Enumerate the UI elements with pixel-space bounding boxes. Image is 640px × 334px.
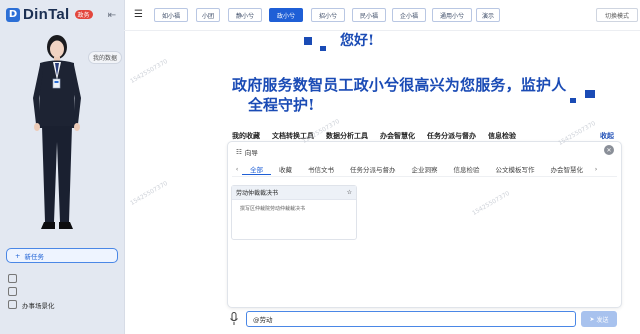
card-title: 劳动仲裁裁决书 xyxy=(236,190,279,197)
tab-assistant-7[interactable]: 企小福 xyxy=(392,8,426,22)
card-description: 撰写区仲裁院劳动仲裁裁决书 xyxy=(240,206,306,212)
logo-text: DinTal xyxy=(23,6,70,23)
greeting-hello: 您好! xyxy=(340,33,375,49)
subtab-letters[interactable]: 书信文书 xyxy=(300,164,342,174)
card-header: 劳动仲裁裁决书 ☆ xyxy=(232,186,356,200)
chat-input[interactable] xyxy=(246,311,576,327)
guide-icon: ☷ xyxy=(236,148,242,156)
send-label: 发送 xyxy=(596,316,609,324)
tab-assistant-2[interactable]: 小团 xyxy=(196,8,220,22)
deco-block xyxy=(320,46,326,51)
chevron-right-icon[interactable]: › xyxy=(591,165,601,173)
star-icon[interactable]: ☆ xyxy=(347,189,352,196)
subtab-meeting[interactable]: 办会智慧化 xyxy=(543,164,592,174)
category-task[interactable]: 任务分派与督办 xyxy=(427,131,476,141)
tab-assistant-active[interactable]: 政小兮 xyxy=(269,8,303,22)
subtab-all[interactable]: 全部 xyxy=(242,164,271,175)
tab-demo[interactable]: 演示 xyxy=(476,8,500,22)
subtab-enterprise[interactable]: 企业洞察 xyxy=(404,164,446,174)
category-row: 我的收藏 文档转换工具 数据分析工具 办会智慧化 任务分派与督办 信息检验 收起 xyxy=(232,131,614,141)
new-task-button[interactable]: + 新任务 xyxy=(6,248,118,263)
collapse-link[interactable]: 收起 xyxy=(600,131,614,141)
watermark: 15425507370 xyxy=(129,179,169,208)
logo-badge: 政务 xyxy=(74,10,93,19)
sidebar-item-2[interactable] xyxy=(8,285,55,298)
sidebar: D DinTal 政务 ⇤ 我的数据 + 新任务 办事场景化 xyxy=(0,0,125,334)
guide-panel: ☷ 向导 ✕ ‹ 全部 收藏 书信文书 任务分派与督办 企业洞察 信息检验 公文… xyxy=(227,141,622,308)
microphone-icon[interactable] xyxy=(229,312,239,326)
switch-mode-button[interactable]: 切换模式 xyxy=(596,8,638,22)
subtab-templates[interactable]: 公文模板写作 xyxy=(488,164,543,174)
tab-assistant-8[interactable]: 通用小兮 xyxy=(432,8,472,22)
deco-block xyxy=(585,90,595,98)
greeting-intro: 政府服务数智员工政小兮很高兴为您服务，监护人 xyxy=(232,76,567,94)
chevron-left-icon[interactable]: ‹ xyxy=(232,165,242,173)
digital-human-avatar xyxy=(33,35,81,229)
panel-subtabs: ‹ 全部 收藏 书信文书 任务分派与督办 企业洞察 信息检验 公文模板写作 办会… xyxy=(232,162,617,177)
subtab-info-check[interactable]: 信息检验 xyxy=(446,164,488,174)
tab-assistant-1[interactable]: 如小福 xyxy=(154,8,188,22)
subtab-task[interactable]: 任务分派与督办 xyxy=(342,164,404,174)
panel-title: 向导 xyxy=(244,149,258,157)
template-card[interactable]: 劳动仲裁裁决书 ☆ 撰写区仲裁院劳动仲裁裁决书 xyxy=(231,185,357,240)
watermark: 15425507370 xyxy=(129,57,169,86)
tab-assistant-5[interactable]: 招小兮 xyxy=(311,8,345,22)
my-data-button[interactable]: 我的数据 xyxy=(88,51,123,64)
greeting-tagline: 全程守护! xyxy=(248,96,315,114)
category-info-check[interactable]: 信息检验 xyxy=(488,131,516,141)
category-doc-tools[interactable]: 文档转换工具 xyxy=(272,131,314,141)
sidebar-collapse-icon[interactable]: ⇤ xyxy=(105,9,119,23)
deco-block xyxy=(570,98,576,103)
scenario-icon xyxy=(8,300,17,309)
panel-header: ☷ 向导 xyxy=(236,147,258,157)
subtab-favorites[interactable]: 收藏 xyxy=(271,164,300,174)
category-data-tools[interactable]: 数据分析工具 xyxy=(326,131,368,141)
sidebar-item-scenario[interactable]: 办事场景化 xyxy=(8,298,55,311)
doc-icon xyxy=(8,274,17,283)
logo-mark-icon: D xyxy=(6,7,20,22)
deco-block xyxy=(304,37,312,45)
sidebar-item-label: 办事场景化 xyxy=(22,301,55,310)
app-logo[interactable]: D DinTal 政务 xyxy=(6,6,93,23)
sidebar-list: 办事场景化 xyxy=(8,272,55,311)
send-icon: ➤ xyxy=(589,315,595,323)
category-favorites[interactable]: 我的收藏 xyxy=(232,131,260,141)
doc-icon xyxy=(8,287,17,296)
menu-icon[interactable]: ☰ xyxy=(134,9,143,20)
tab-assistant-6[interactable]: 民小福 xyxy=(352,8,386,22)
sidebar-item-1[interactable] xyxy=(8,272,55,285)
category-meeting[interactable]: 办会智慧化 xyxy=(380,131,415,141)
plus-icon: + xyxy=(15,251,21,260)
top-bar: ☰ 如小福 小团 静小兮 政小兮 招小兮 民小福 企小福 通用小兮 演示 切换模… xyxy=(124,0,640,31)
send-button[interactable]: ➤ 发送 xyxy=(581,311,617,327)
new-task-label: 新任务 xyxy=(24,252,44,261)
tab-assistant-3[interactable]: 静小兮 xyxy=(228,8,262,22)
close-icon[interactable]: ✕ xyxy=(604,145,614,155)
